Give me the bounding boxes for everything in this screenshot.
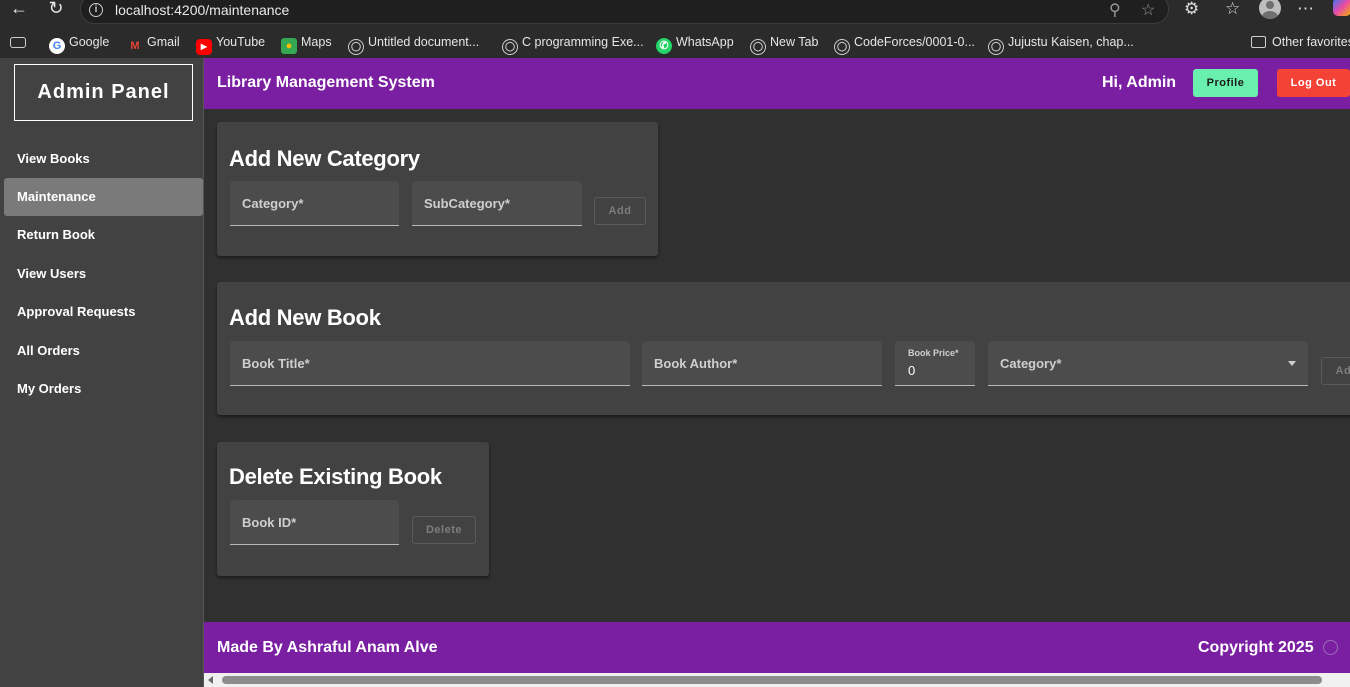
copyright-text: Copyright 2025 bbox=[1198, 639, 1314, 656]
app-title: Library Management System bbox=[217, 74, 435, 91]
horizontal-scrollbar[interactable] bbox=[204, 673, 1350, 687]
globe-icon: ◯ bbox=[834, 39, 850, 55]
sidebar-item-view-books[interactable]: View Books bbox=[4, 140, 203, 178]
book-id-input[interactable]: Book ID* bbox=[230, 500, 399, 545]
bookmark-maps[interactable]: ● Maps bbox=[281, 33, 332, 54]
bookmark-youtube[interactable]: ▶ YouTube bbox=[196, 33, 265, 55]
subcategory-input[interactable]: SubCategory* bbox=[412, 181, 582, 226]
delete-book-button[interactable]: Delete bbox=[412, 516, 476, 544]
sidebar-item-return-book[interactable]: Return Book bbox=[4, 216, 203, 254]
globe-icon: ◯ bbox=[750, 39, 766, 55]
bookmark-gmail[interactable]: M Gmail bbox=[127, 33, 179, 52]
book-author-input[interactable]: Book Author* bbox=[642, 341, 882, 386]
scroll-left-icon[interactable] bbox=[208, 676, 213, 684]
subcategory-input-label: SubCategory* bbox=[424, 196, 510, 211]
more-icon[interactable]: ⋯ bbox=[1297, 0, 1314, 18]
add-category-card: Add New Category Category* SubCategory* … bbox=[217, 122, 658, 256]
main-content: Add New Category Category* SubCategory* … bbox=[204, 109, 1350, 622]
address-bar[interactable]: i localhost:4200/maintenance ⚲ ☆ bbox=[80, 0, 1169, 24]
book-price-label: Book Price* bbox=[908, 348, 959, 358]
book-price-value[interactable]: 0 bbox=[908, 363, 915, 378]
other-favorites[interactable]: Other favorites bbox=[1251, 33, 1350, 51]
add-category-title: Add New Category bbox=[229, 146, 420, 171]
sidebar-item-view-users[interactable]: View Users bbox=[4, 255, 203, 293]
copilot-icon[interactable] bbox=[1333, 0, 1350, 16]
book-category-label: Category* bbox=[1000, 356, 1062, 371]
app-header: Library Management System Hi, Admin Prof… bbox=[204, 58, 1350, 109]
sidebar-item-all-orders[interactable]: All Orders bbox=[4, 332, 203, 370]
admin-panel-brand: Admin Panel bbox=[14, 64, 193, 121]
maps-icon: ● bbox=[281, 38, 297, 54]
bookmarks-bar: G Google M Gmail ▶ YouTube ● Maps ◯ Untitled … bbox=[0, 30, 1350, 55]
scroll-top-icon[interactable] bbox=[1323, 640, 1338, 655]
bookmark-codeforces[interactable]: ◯ CodeForces/0001-0... bbox=[834, 33, 975, 55]
gmail-icon: M bbox=[130, 40, 140, 52]
bookmark-jujutsu-kaisen[interactable]: ◯ Jujustu Kaisen, chap... bbox=[988, 33, 1134, 55]
book-title-input[interactable]: Book Title* bbox=[230, 341, 630, 386]
category-input[interactable]: Category* bbox=[230, 181, 399, 226]
category-input-label: Category* bbox=[242, 196, 304, 211]
sidebar-item-my-orders[interactable]: My Orders bbox=[4, 370, 203, 408]
logout-button[interactable]: Log Out bbox=[1277, 69, 1350, 97]
tab-actions-icon[interactable] bbox=[10, 37, 26, 48]
add-category-button[interactable]: Add bbox=[594, 197, 646, 225]
url-text[interactable]: localhost:4200/maintenance bbox=[115, 2, 289, 18]
globe-icon: ◯ bbox=[348, 39, 364, 55]
info-icon[interactable]: i bbox=[89, 3, 103, 17]
app-footer: Made By Ashraful Anam Alve Copyright 202… bbox=[204, 622, 1350, 673]
folder-icon bbox=[1251, 36, 1266, 48]
add-book-title: Add New Book bbox=[229, 305, 381, 330]
delete-book-title: Delete Existing Book bbox=[229, 464, 442, 489]
profile-button[interactable]: Profile bbox=[1193, 69, 1258, 97]
chevron-down-icon bbox=[1288, 361, 1296, 366]
back-icon[interactable]: ← bbox=[8, 0, 30, 20]
add-book-card: Add New Book Book Title* Book Author* Bo… bbox=[217, 282, 1350, 415]
bookmark-google[interactable]: G Google bbox=[49, 33, 109, 54]
add-book-button[interactable]: Add bbox=[1321, 357, 1350, 385]
extensions-icon[interactable]: ⚙ bbox=[1184, 0, 1199, 18]
bookmark-c-programming[interactable]: ◯ C programming Exe... bbox=[502, 33, 644, 55]
whatsapp-icon: ✆ bbox=[656, 38, 672, 54]
globe-icon: ◯ bbox=[502, 39, 518, 55]
scrollbar-thumb[interactable] bbox=[222, 676, 1322, 684]
refresh-icon[interactable]: ↻ bbox=[45, 0, 67, 20]
delete-book-card: Delete Existing Book Book ID* Delete bbox=[217, 442, 489, 576]
favorites-icon[interactable]: ☆ bbox=[1225, 0, 1240, 18]
bookmark-whatsapp[interactable]: ✆ WhatsApp bbox=[656, 33, 734, 54]
globe-icon: ◯ bbox=[988, 39, 1004, 55]
user-greeting: Hi, Admin bbox=[1102, 74, 1177, 91]
book-price-input[interactable]: Book Price* 0 bbox=[895, 341, 975, 386]
sidebar-item-maintenance[interactable]: Maintenance bbox=[4, 178, 203, 216]
sidebar: Admin Panel View Books Maintenance Retur… bbox=[0, 58, 204, 687]
bookmark-new-tab[interactable]: ◯ New Tab bbox=[750, 33, 818, 55]
book-title-label: Book Title* bbox=[242, 356, 310, 371]
made-by-text: Made By Ashraful Anam Alve bbox=[217, 639, 438, 656]
sidebar-item-approval-requests[interactable]: Approval Requests bbox=[4, 293, 203, 331]
google-icon: G bbox=[49, 38, 65, 54]
zoom-icon[interactable]: ⚲ bbox=[1109, 0, 1121, 20]
youtube-icon: ▶ bbox=[196, 39, 212, 55]
browser-toolbar: ← ↻ i localhost:4200/maintenance ⚲ ☆ ⚙ ☆… bbox=[0, 0, 1350, 26]
book-id-label: Book ID* bbox=[242, 515, 297, 530]
bookmark-untitled-document[interactable]: ◯ Untitled document... bbox=[348, 33, 479, 55]
book-category-select[interactable]: Category* bbox=[988, 341, 1308, 386]
star-icon[interactable]: ☆ bbox=[1141, 0, 1155, 20]
book-author-label: Book Author* bbox=[654, 356, 738, 371]
profile-icon[interactable] bbox=[1259, 0, 1281, 19]
